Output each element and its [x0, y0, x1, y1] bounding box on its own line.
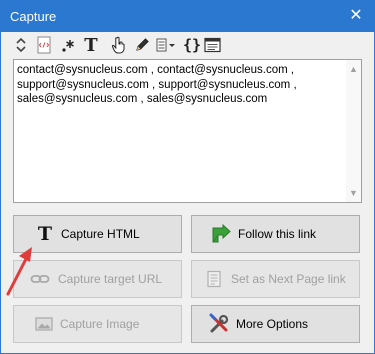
image-icon [32, 312, 56, 336]
column-dropdown-icon[interactable] [155, 34, 177, 56]
capture-target-url-button[interactable]: Capture target URL [13, 260, 182, 298]
regex-icon[interactable] [58, 34, 78, 56]
capture-image-label: Capture Image [60, 317, 140, 331]
text-icon: T [37, 223, 53, 245]
tools-icon [207, 312, 231, 336]
link-chain-icon [28, 267, 52, 291]
text-icon[interactable]: T [81, 34, 101, 56]
follow-link-button[interactable]: Follow this link [191, 215, 360, 253]
set-next-page-link-button[interactable]: Set as Next Page link [191, 260, 360, 298]
follow-arrow-icon [209, 222, 233, 246]
window-icon[interactable] [202, 34, 222, 56]
follow-link-label: Follow this link [238, 227, 317, 241]
window-title: Capture [10, 9, 57, 24]
title-bar: Capture ✕ [1, 1, 374, 32]
pencil-icon[interactable] [132, 34, 152, 56]
scroll-down-icon[interactable]: ▼ [346, 186, 361, 200]
more-options-label: More Options [236, 317, 309, 331]
capture-text-area[interactable]: contact@sysnucleus.com , contact@sysnucl… [13, 59, 362, 203]
capture-html-button[interactable]: T Capture HTML [13, 215, 182, 253]
text-line: support@sysnucleus.com , support@sysnucl… [17, 78, 297, 91]
braces-icon[interactable]: {} [181, 34, 203, 56]
text-line: sales@sysnucleus.com , sales@sysnucleus.… [17, 93, 268, 105]
scroll-up-icon[interactable]: ▲ [346, 62, 361, 76]
set-next-page-label: Set as Next Page link [231, 272, 346, 286]
close-icon[interactable]: ✕ [342, 3, 370, 29]
expand-icon[interactable] [11, 34, 31, 56]
hand-cursor-icon[interactable] [109, 34, 129, 56]
more-options-button[interactable]: More Options [191, 305, 360, 343]
text-line: contact@sysnucleus.com , contact@sysnucl… [17, 64, 295, 76]
capture-image-button[interactable]: Capture Image [13, 305, 182, 343]
capture-target-url-label: Capture target URL [58, 272, 163, 286]
html-code-icon[interactable] [34, 34, 54, 56]
page-list-icon [202, 267, 226, 291]
vertical-scrollbar[interactable]: ▲ ▼ [346, 60, 361, 202]
toolbar: T {} [1, 32, 374, 58]
capture-html-label: Capture HTML [61, 227, 140, 241]
captured-text: contact@sysnucleus.com , contact@sysnucl… [17, 63, 297, 107]
capture-window: Capture ✕ T {} contact@sysnucleus.com , … [0, 0, 375, 354]
